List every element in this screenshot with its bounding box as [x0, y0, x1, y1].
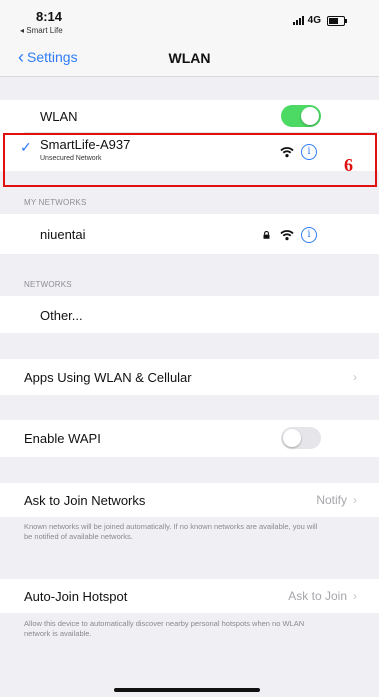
signal-icon — [292, 16, 304, 25]
wlan-row: WLAN — [0, 100, 379, 133]
wlan-label: WLAN — [40, 109, 78, 124]
auto-join-hotspot-row[interactable]: Auto-Join Hotspot Ask to Join › — [0, 579, 379, 613]
annotation-step-number: 6 — [344, 155, 353, 175]
info-icon[interactable]: i — [301, 227, 317, 243]
wlan-toggle[interactable] — [281, 105, 321, 127]
ask-to-join-footnote: Known networks will be joined automatica… — [24, 522, 318, 541]
other-label: Other... — [40, 308, 83, 323]
wapi-row: Enable WAPI — [0, 420, 379, 457]
apps-using-label: Apps Using WLAN & Cellular — [24, 370, 192, 385]
battery-icon — [327, 15, 347, 26]
wapi-toggle[interactable] — [281, 427, 321, 449]
auto-join-footnote: Allow this device to automatically disco… — [24, 619, 305, 638]
annotation-highlight-box — [3, 133, 377, 187]
navigation-bar: ‹ Settings WLAN — [0, 40, 379, 77]
ask-to-join-value-text: Notify — [316, 493, 347, 507]
status-bar: 8:14 ◂ Smart Life 4G — [0, 0, 379, 40]
chevron-right-icon: › — [353, 370, 357, 384]
network-type: 4G — [307, 15, 321, 26]
lock-icon — [263, 231, 270, 239]
wifi-icon — [280, 230, 294, 241]
auto-join-value: Ask to Join › — [288, 589, 357, 603]
ask-to-join-label: Ask to Join Networks — [24, 493, 146, 508]
auto-join-label: Auto-Join Hotspot — [24, 589, 128, 604]
ask-to-join-value: Notify › — [316, 493, 357, 507]
network-row-niuentai[interactable]: niuentai i — [0, 214, 379, 254]
chevron-right-icon: › — [353, 589, 357, 603]
network-name: niuentai — [40, 227, 86, 242]
chevron-right-icon: › — [353, 493, 357, 507]
networks-header: NETWORKS — [24, 280, 72, 289]
my-networks-header: MY NETWORKS — [24, 198, 87, 207]
clock: 8:14 — [36, 9, 63, 24]
home-indicator[interactable] — [114, 688, 260, 692]
ask-to-join-row[interactable]: Ask to Join Networks Notify › — [0, 483, 379, 517]
other-network-row[interactable]: Other... — [0, 296, 379, 333]
wapi-label: Enable WAPI — [24, 431, 101, 446]
apps-using-wlan-row[interactable]: Apps Using WLAN & Cellular › — [0, 359, 379, 395]
auto-join-value-text: Ask to Join — [288, 589, 347, 603]
page-title: WLAN — [168, 50, 211, 66]
back-to-app-link[interactable]: ◂ Smart Life — [20, 26, 63, 35]
status-indicators: 4G — [292, 15, 347, 26]
